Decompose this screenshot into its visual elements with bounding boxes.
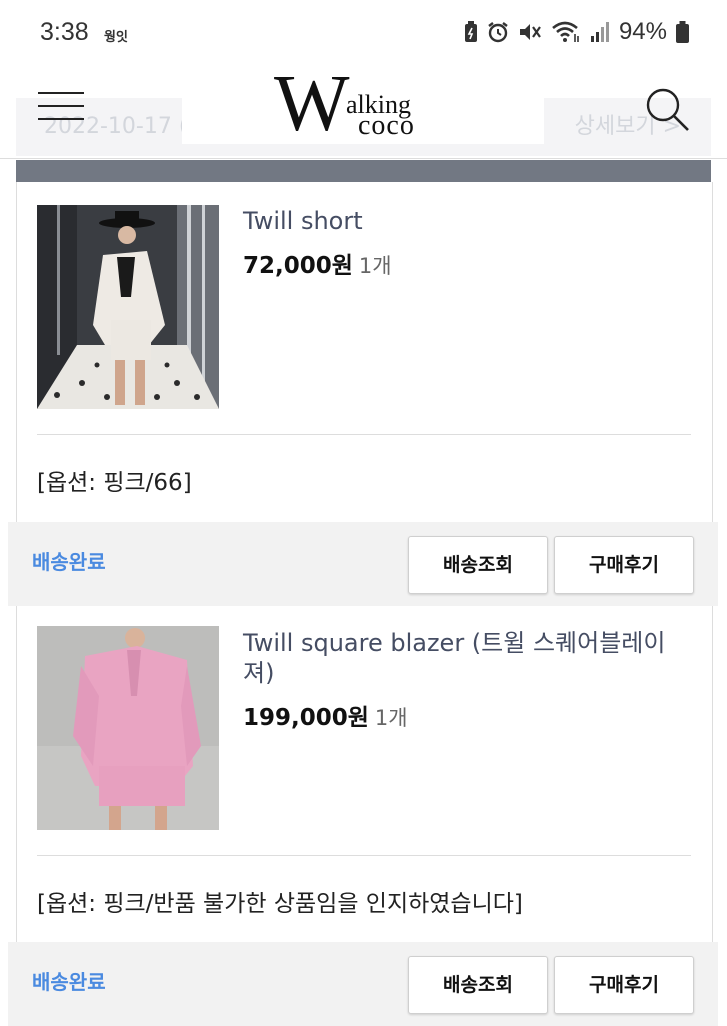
signal-icon [590, 22, 609, 42]
mute-icon [519, 24, 541, 40]
divider [37, 855, 691, 856]
product-name[interactable]: Twill square blazer (트윌 스퀘어블레이져) [243, 628, 683, 688]
logo-line2: coco [358, 110, 415, 141]
write-review-button[interactable]: 구매후기 [554, 956, 694, 1014]
product-option: [옵션: 핑크/66] [37, 470, 192, 496]
delivery-status-label: 배송완료 [32, 550, 106, 574]
battery-icon [676, 21, 689, 43]
status-bar: 3:38 웡잇 94% [0, 0, 727, 66]
logo-letter: W [274, 60, 350, 148]
product-price: 72,000원 [243, 253, 353, 279]
product-quantity: 1개 [374, 706, 408, 730]
product-price: 199,000원 [243, 705, 369, 731]
product-price-row: 72,000원 1개 [243, 246, 392, 280]
order-action-row: 배송완료 배송조회 구매후기 [8, 522, 718, 606]
alarm-icon [488, 22, 508, 43]
search-icon[interactable] [644, 86, 690, 132]
order-item-card: Twill square blazer (트윌 스퀘어블레이져) 199,000… [16, 606, 713, 942]
order-action-row: 배송완료 배송조회 구매후기 [8, 942, 718, 1026]
product-thumbnail[interactable] [37, 205, 219, 409]
product-quantity: 1개 [358, 254, 392, 278]
order-card-header-band [16, 160, 711, 182]
divider [37, 434, 691, 435]
wifi-icon [552, 21, 579, 42]
hamburger-menu-icon[interactable] [38, 90, 84, 122]
brand-logo[interactable]: W alking coco [274, 64, 434, 144]
product-name[interactable]: Twill short [243, 206, 683, 236]
battery-percent: 94% [618, 18, 667, 45]
write-review-button[interactable]: 구매후기 [554, 536, 694, 594]
track-delivery-button[interactable]: 배송조회 [408, 956, 548, 1014]
product-price-row: 199,000원 1개 [243, 698, 408, 732]
status-icons: 94% [464, 18, 689, 46]
order-item-card: Twill short 72,000원 1개 [옵션: 핑크/66] [16, 182, 713, 522]
track-delivery-button[interactable]: 배송조회 [408, 536, 548, 594]
delivery-status-label: 배송완료 [32, 970, 106, 994]
status-carrier: 웡잇 [104, 30, 128, 45]
product-option: [옵션: 핑크/반품 불가한 상품임을 인지하였습니다] [37, 891, 523, 917]
battery-saver-icon [464, 21, 477, 42]
status-time: 3:38 [40, 18, 89, 46]
product-thumbnail[interactable] [37, 626, 219, 830]
